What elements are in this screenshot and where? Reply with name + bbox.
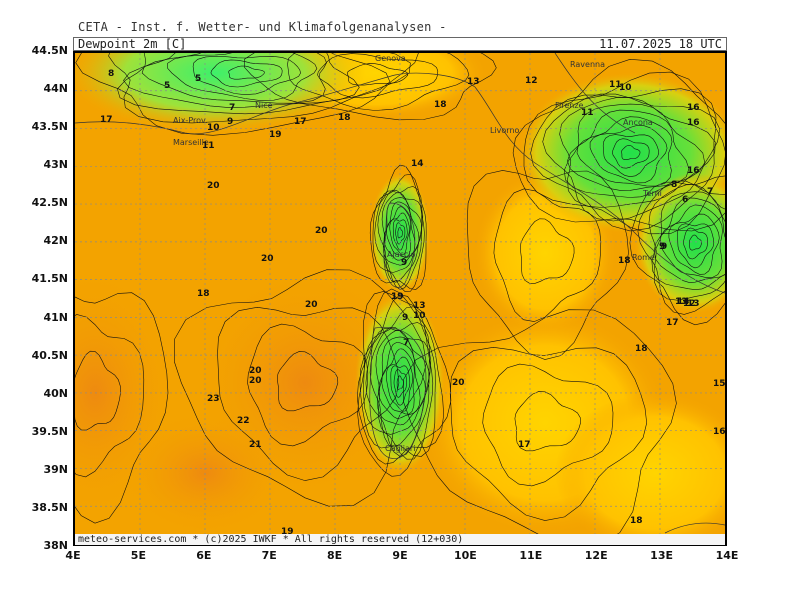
contour-value-label: 18: [635, 344, 648, 354]
lon-label: 12E: [584, 549, 608, 562]
city-label: Ravenna: [570, 60, 605, 69]
lat-label: 43.5N: [31, 120, 68, 134]
contour-value-label: 9: [402, 313, 408, 323]
lon-label: 6E: [196, 549, 212, 562]
city-label: Terni: [642, 189, 662, 198]
contour-value-label: 19: [269, 130, 282, 140]
contour-value-label: 20: [315, 226, 328, 236]
contour-value-label: 5: [195, 74, 201, 84]
lon-label: 11E: [519, 549, 543, 562]
contour-value-label: 11: [581, 108, 594, 118]
lon-label: 13E: [650, 549, 674, 562]
lat-label: 40.5N: [31, 348, 68, 362]
lon-label: 4E: [65, 549, 81, 562]
lat-label: 42N: [43, 234, 68, 248]
lat-label: 41.5N: [31, 272, 68, 286]
city-label: Aix-Prov.: [173, 116, 208, 125]
lon-label: 14E: [715, 549, 739, 562]
contour-value-label: 8: [671, 180, 677, 190]
lon-label: 5E: [130, 549, 146, 562]
city-label: Cagliari: [385, 444, 415, 453]
contour-value-label: 9: [401, 258, 407, 268]
contour-value-label: 19: [391, 292, 404, 302]
contour-value-label: 20: [452, 378, 465, 388]
lat-label: 40N: [43, 386, 68, 400]
contour-value-label: 9: [661, 242, 667, 252]
contour-value-label: 22: [237, 416, 250, 426]
contour-value-label: 9: [227, 117, 233, 127]
city-label: Nice: [255, 101, 273, 110]
lat-label: 38.5N: [31, 500, 68, 514]
contour-value-label: 12: [525, 76, 538, 86]
contour-value-label: 18: [338, 113, 351, 123]
contour-value-label: 16: [713, 427, 725, 437]
contour-value-label: 10: [207, 123, 220, 133]
lat-label: 44.5N: [31, 44, 68, 57]
contour-value-label: 17: [100, 115, 113, 125]
contour-value-label: 17: [518, 440, 531, 450]
contour-value-label: 18: [197, 289, 210, 299]
contour-value-label: 5: [164, 81, 170, 91]
contour-value-label: 10: [413, 311, 426, 321]
contour-value-label: 21: [249, 440, 262, 450]
header-title: CETA - Inst. f. Wetter- und Klimafolgena…: [78, 20, 447, 34]
contour-value-label: 14: [411, 159, 424, 169]
lon-label: 7E: [261, 549, 277, 562]
credit-line: meteo-services.com * (c)2025 IWKF * All …: [75, 534, 725, 545]
contour-value-label: 8: [108, 69, 114, 79]
contour-value-label: 17: [666, 318, 679, 328]
contour-value-label: 7: [229, 103, 235, 113]
contour-value-label: 6: [682, 195, 688, 205]
contour-value-label: 20: [261, 254, 274, 264]
map-frame: Genova Ravenna Firenze Nice Aix-Prov. Marseil…: [73, 51, 727, 546]
contour-value-label: 23: [207, 394, 220, 404]
contour-value-label: 20: [249, 366, 262, 376]
lat-label: 38N: [43, 539, 68, 552]
contour-value-label: 13: [467, 77, 480, 87]
dewpoint-map: GenovaRavennaFirenzeNiceAix-Prov.Marseil…: [75, 53, 725, 544]
contour-value-label: 7: [403, 338, 409, 348]
lat-label: 39N: [43, 462, 68, 476]
lat-label: 44N: [43, 82, 68, 96]
contour-value-label: 18: [630, 516, 643, 526]
contour-value-label: 16: [687, 166, 700, 176]
contour-value-label: 17: [294, 117, 307, 127]
city-label: Ancona: [623, 118, 653, 127]
map-valid-time: 11.07.2025 18 UTC: [599, 37, 722, 51]
city-label: Rome: [632, 253, 655, 262]
lat-label: 39.5N: [31, 424, 68, 438]
lon-label: 9E: [392, 549, 408, 562]
lon-label: 8E: [327, 549, 343, 562]
contour-value-label: 18: [618, 256, 631, 266]
city-label: Livorno: [490, 126, 520, 135]
lon-label: 10E: [453, 549, 477, 562]
contour-value-label: 7: [707, 187, 713, 197]
contour-value-label: 10: [619, 83, 632, 93]
lat-label: 42.5N: [31, 196, 68, 210]
contour-value-label: 13: [413, 301, 426, 311]
contour-value-label: 16: [687, 103, 700, 113]
contour-value-label: 16: [687, 118, 700, 128]
map-variable-title: Dewpoint 2m [C]: [78, 37, 187, 51]
contour-value-label: 11: [202, 141, 215, 151]
contour-value-label: 20: [305, 300, 318, 310]
map-title-bar: Dewpoint 2m [C] 11.07.2025 18 UTC: [73, 37, 727, 51]
contour-value-label: 15: [713, 379, 725, 389]
city-label: Firenze: [555, 101, 584, 110]
contour-value-label: 13: [687, 299, 700, 309]
contour-value-label: 20: [207, 181, 220, 191]
lat-label: 43N: [43, 158, 68, 172]
lat-label: 41N: [43, 310, 68, 324]
city-label: Genova: [375, 54, 406, 63]
contour-value-label: 18: [434, 100, 447, 110]
contour-value-label: 20: [249, 376, 262, 386]
